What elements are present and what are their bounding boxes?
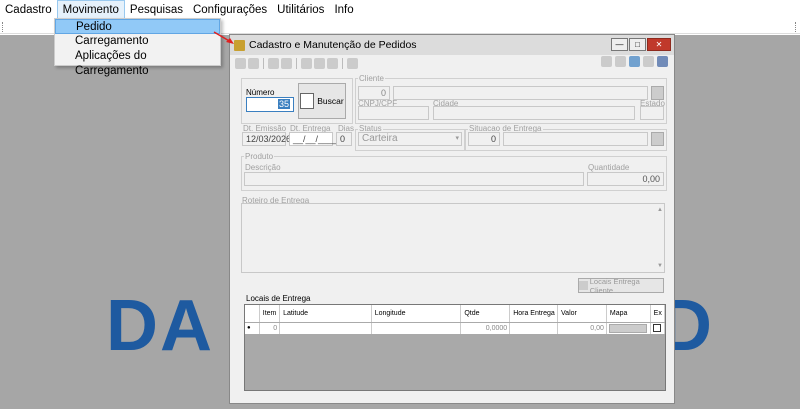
undo-icon[interactable] <box>281 57 292 69</box>
descricao-label: Descrição <box>245 163 281 172</box>
mapa-button <box>608 323 647 333</box>
window-title: Cadastro e Manutenção de Pedidos <box>249 39 417 51</box>
col-hora-entrega[interactable]: Hora Entrega <box>509 305 559 323</box>
situacao-lookup-button[interactable] <box>651 132 664 146</box>
edit-icon[interactable] <box>235 57 246 69</box>
situacao-code-field[interactable]: 0 <box>468 132 500 146</box>
exit-icon[interactable] <box>657 56 668 67</box>
window-titlebar[interactable]: Cadastro e Manutenção de Pedidos — □ ✕ <box>230 35 674 55</box>
menu-configuracoes[interactable]: Configurações <box>188 0 272 20</box>
quantidade-label: Quantidade <box>588 163 630 172</box>
col-qtde[interactable]: Qtde <box>460 305 511 323</box>
grip-icon[interactable] <box>795 22 798 32</box>
save-icon[interactable] <box>268 57 279 69</box>
menu-movimento[interactable]: Movimento <box>56 0 125 20</box>
dropdown-item-carregamento[interactable]: Carregamento <box>55 34 220 49</box>
locais-label: Locais de Entrega <box>246 294 311 303</box>
row-indicator-icon: ● <box>245 322 260 334</box>
close-button[interactable]: ✕ <box>647 38 671 51</box>
report-icon[interactable] <box>601 56 612 67</box>
scroll-down-icon: ▼ <box>657 263 663 269</box>
locais-grid: Item Latitude Longitude Qtde Hora Entreg… <box>244 304 666 391</box>
cliente-name-field[interactable] <box>393 86 648 100</box>
copy-icon[interactable] <box>314 57 325 69</box>
dt-emissao-field[interactable]: 12/03/2026 <box>242 132 291 146</box>
buscar-button[interactable]: Buscar <box>298 83 346 119</box>
logo: DA <box>106 286 214 366</box>
annotation-arrow-icon <box>213 31 234 44</box>
scroll-up-icon: ▲ <box>657 207 663 213</box>
dt-entrega-field[interactable]: __/__/____ <box>289 132 338 146</box>
menu-utilitarios[interactable]: Utilitários <box>272 0 329 20</box>
col-ex[interactable]: Ex <box>650 305 666 323</box>
cancel-icon[interactable] <box>347 57 358 69</box>
pedidos-window: Cadastro e Manutenção de Pedidos — □ ✕ N… <box>229 34 675 404</box>
dropdown-item-pedido[interactable]: Pedido <box>55 19 220 34</box>
print-icon[interactable] <box>327 57 338 69</box>
situacao-name-field[interactable] <box>503 132 648 146</box>
cnpj-field[interactable] <box>358 106 429 120</box>
dias-field[interactable]: 0 <box>336 132 352 146</box>
minimize-button[interactable]: — <box>611 38 628 51</box>
movimento-dropdown: Pedido Carregamento Aplicações do Carreg… <box>54 18 221 77</box>
produto-label: Produto <box>244 152 275 161</box>
status-select[interactable]: Carteira ▾ <box>358 132 462 146</box>
menu-cadastro[interactable]: Cadastro <box>0 0 57 20</box>
col-item[interactable]: Item <box>259 305 281 323</box>
menu-bar: Cadastro Movimento Pesquisas Configuraçõ… <box>0 0 800 20</box>
descricao-field[interactable] <box>244 172 584 186</box>
map-icon <box>579 281 588 290</box>
cliente-lookup-button[interactable] <box>651 86 664 100</box>
cliente-label: Cliente <box>358 74 385 83</box>
roteiro-textarea[interactable]: ▲ ▼ <box>241 203 665 273</box>
maximize-button[interactable]: □ <box>629 38 646 51</box>
locais-entrega-cliente-button[interactable]: Locais Entrega Cliente <box>578 277 664 295</box>
grip-icon[interactable] <box>2 22 5 32</box>
cliente-code-field[interactable]: 0 <box>358 86 390 100</box>
col-longitude[interactable]: Longitude <box>371 305 462 323</box>
refresh-icon[interactable] <box>629 56 640 67</box>
search-document-icon <box>300 93 315 109</box>
col-valor[interactable]: Valor <box>557 305 607 323</box>
cidade-field[interactable] <box>433 106 635 120</box>
ex-checkbox <box>652 324 661 333</box>
col-mapa[interactable]: Mapa <box>606 305 651 323</box>
search-icon[interactable] <box>301 57 312 69</box>
chevron-down-icon: ▾ <box>455 135 459 142</box>
numero-input[interactable]: 35 <box>246 97 294 112</box>
user-icon[interactable] <box>643 56 654 67</box>
dropdown-item-aplicacoes[interactable]: Aplicações do Carregamento <box>55 49 220 77</box>
menu-info[interactable]: Info <box>329 0 358 20</box>
key-icon[interactable] <box>615 56 626 67</box>
estado-field[interactable] <box>640 106 664 120</box>
table-row[interactable]: ● 0 0,0000 0,00 <box>245 322 666 334</box>
quantidade-field[interactable]: 0,00 <box>587 172 664 186</box>
col-latitude[interactable]: Latitude <box>279 305 372 323</box>
menu-pesquisas[interactable]: Pesquisas <box>125 0 188 20</box>
delete-icon[interactable] <box>248 57 259 69</box>
numero-label: Número <box>246 88 275 97</box>
